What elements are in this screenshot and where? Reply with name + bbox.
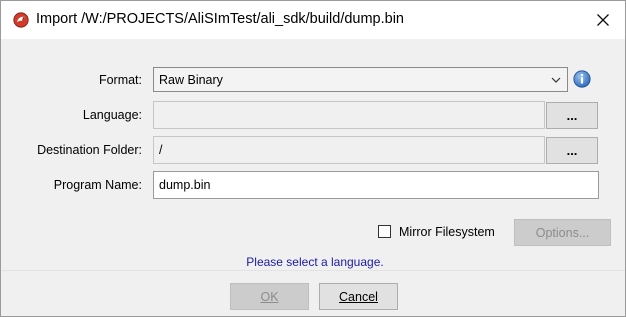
program-name-label: Program Name: [53,178,142,192]
format-select-value: Raw Binary [159,73,223,87]
destination-browse-button[interactable]: ... [546,137,598,164]
ok-button[interactable]: OK [230,283,309,310]
ok-button-label: OK [260,289,279,304]
language-field[interactable] [153,101,545,129]
cancel-button[interactable]: Cancel [319,283,398,310]
import-dialog: Import /W:/PROJECTS/AliSImTest/ali_sdk/b… [0,0,626,317]
language-browse-button[interactable]: ... [546,102,598,129]
program-name-value: dump.bin [159,178,211,192]
dragon-icon [13,12,29,28]
title-bar: Import /W:/PROJECTS/AliSImTest/ali_sdk/b… [1,1,625,39]
format-select[interactable]: Raw Binary [153,67,568,92]
language-label: Language: [82,108,142,122]
options-button[interactable]: Options... [514,219,611,246]
mirror-filesystem-label[interactable]: Mirror Filesystem [399,225,495,239]
destination-folder-label: Destination Folder: [37,143,142,157]
info-icon[interactable] [573,70,591,88]
status-message: Please select a language. [246,255,384,269]
window-title: Import /W:/PROJECTS/AliSImTest/ali_sdk/b… [36,11,404,27]
cancel-button-label: Cancel [339,289,378,304]
close-icon [597,14,609,26]
close-button[interactable] [581,1,625,39]
destination-folder-value: / [159,143,163,157]
mirror-filesystem-checkbox[interactable] [378,225,391,238]
destination-folder-field[interactable]: / [153,136,545,164]
program-name-input[interactable]: dump.bin [153,171,599,199]
format-label: Format: [98,73,142,87]
dialog-content: Format: Raw Binary Language: ... Destina… [1,39,625,270]
dialog-footer: OK Cancel [1,271,625,316]
chevron-down-icon [551,77,561,83]
